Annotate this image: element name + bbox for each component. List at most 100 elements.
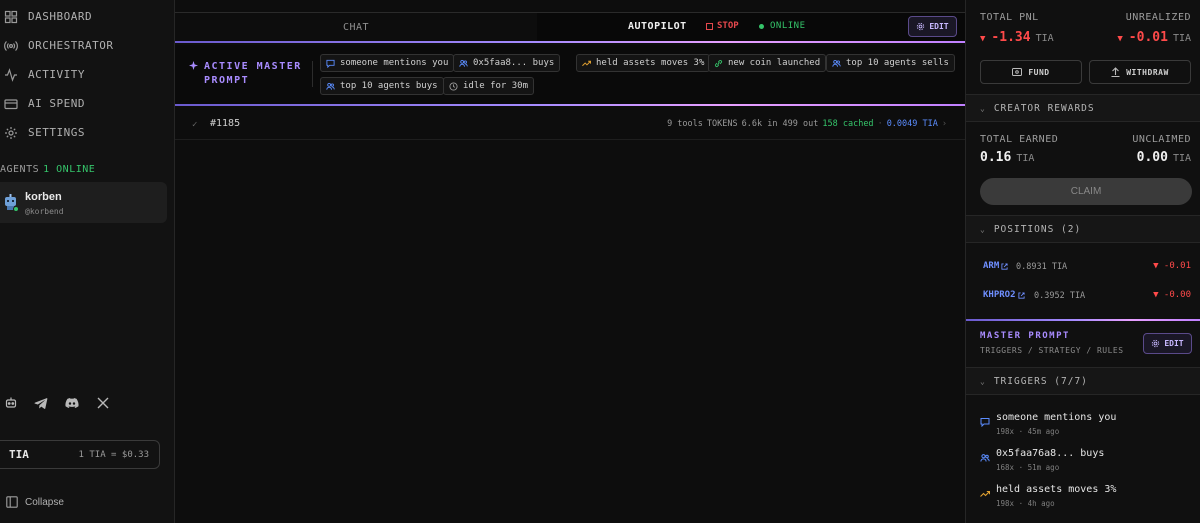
run-stats: 9 tools TOKENS 6.6k in 499 out 158 cache…: [667, 119, 947, 129]
master-prompt-title: MASTER PROMPT: [980, 331, 1070, 341]
broadcast-icon: [4, 39, 18, 53]
active-prompt-line2: PROMPT: [204, 75, 250, 86]
chat-icon: [326, 59, 335, 68]
telegram-icon[interactable]: [34, 396, 48, 410]
total-earned-label: TOTAL EARNED: [980, 134, 1059, 145]
robot-icon[interactable]: [4, 396, 18, 410]
trigger-chip[interactable]: 0x5faa8... buys: [453, 54, 561, 72]
agents-online-count: 1 ONLINE: [43, 164, 96, 175]
sidebar: DASHBOARD ORCHESTRATOR ACTIVITY AI SPEND…: [0, 0, 175, 523]
external-link-icon: [1001, 262, 1008, 270]
online-dot: [759, 23, 764, 29]
accent-gradient-line: [175, 41, 965, 43]
triggers-header[interactable]: ⌄ TRIGGERS (7/7): [966, 367, 1200, 395]
trigger-chip[interactable]: top 10 agents sells: [826, 54, 955, 72]
nav-activity[interactable]: ACTIVITY: [0, 60, 175, 89]
nav-label: SETTINGS: [28, 126, 85, 139]
sparkle-icon: [189, 61, 198, 88]
run-tokens-label: TOKENS: [706, 119, 738, 129]
trigger-chip[interactable]: top 10 agents buys: [320, 77, 444, 95]
trigger-item[interactable]: held assets moves 3% 198x · 4h ago: [966, 484, 1200, 514]
withdraw-label: WITHDRAW: [1126, 67, 1169, 77]
chevron-down-icon: ⌄: [980, 224, 986, 234]
agent-name: korben: [25, 191, 62, 203]
position-row[interactable]: ARM 0.8931 TIA ▼ -0.01: [966, 258, 1200, 278]
total-earned-number: 0.16: [980, 150, 1012, 165]
token-symbol: TIA: [9, 448, 29, 461]
trend-icon: [582, 60, 591, 66]
active-prompt-line1: ACTIVE MASTER: [204, 61, 302, 72]
users-icon: [459, 59, 468, 67]
gear-icon: [4, 126, 18, 140]
unclaimed-number: 0.00: [1136, 150, 1168, 165]
edit-prompt-button[interactable]: EDIT: [908, 16, 957, 37]
chevron-down-icon: ⌄: [980, 103, 986, 113]
nav-label: ACTIVITY: [28, 68, 85, 81]
stop-icon: [706, 22, 713, 30]
claim-label: CLAIM: [1070, 186, 1102, 197]
nav-label: AI SPEND: [28, 97, 85, 110]
trigger-chip-label: idle for 30m: [463, 81, 529, 91]
trigger-item[interactable]: 0x5faa76a8... buys 168x · 51m ago: [966, 448, 1200, 478]
unit-label: TIA: [1035, 33, 1054, 44]
check-icon: ✓: [192, 120, 198, 130]
unclaimed-label: UNCLAIMED: [1132, 134, 1191, 145]
main-panel: CHAT AUTOPILOT STOP ONLINE EDIT ACTIVE M…: [175, 0, 965, 523]
nav-settings[interactable]: SETTINGS: [0, 118, 175, 147]
activity-icon: [4, 67, 18, 82]
trigger-meta: 198x · 45m ago: [996, 427, 1060, 436]
accent-gradient-line: [966, 319, 1200, 321]
trend-icon: [980, 490, 990, 497]
position-pnl: ▼ -0.00: [1153, 290, 1191, 300]
trigger-name: 0x5faa76a8... buys: [996, 448, 1105, 459]
trigger-chip[interactable]: idle for 30m: [443, 77, 535, 95]
unrealized-label: UNREALIZED: [1125, 12, 1191, 23]
trigger-chip-label: top 10 agents sells: [846, 58, 949, 68]
nav-dashboard[interactable]: DASHBOARD: [0, 2, 175, 31]
tab-chat[interactable]: CHAT: [175, 13, 537, 42]
x-icon[interactable]: [96, 396, 110, 410]
accent-gradient-line: [175, 104, 965, 106]
run-row[interactable]: ✓ #1185 9 tools TOKENS 6.6k in 499 out 1…: [175, 108, 965, 140]
edit-master-prompt-button[interactable]: EDIT: [1143, 333, 1192, 354]
trigger-chip[interactable]: someone mentions you: [320, 54, 455, 72]
unclaimed-value: 0.00 TIA: [1137, 150, 1191, 165]
users-icon: [980, 454, 990, 462]
position-pnl-number: -0.00: [1163, 290, 1191, 300]
trigger-meta: 168x · 51m ago: [996, 463, 1060, 472]
position-ticker-link[interactable]: ARM: [983, 261, 1008, 271]
chevron-right-icon: ›: [941, 119, 947, 129]
fund-button[interactable]: FUND: [980, 60, 1082, 84]
tab-bar: CHAT AUTOPILOT STOP ONLINE EDIT: [175, 12, 965, 43]
agents-header: AGENTS 1 ONLINE: [0, 164, 95, 175]
active-master-prompt-title: ACTIVE MASTER PROMPT: [189, 60, 302, 88]
tab-chat-label: CHAT: [342, 22, 370, 33]
tab-autopilot[interactable]: AUTOPILOT STOP ONLINE EDIT: [537, 13, 965, 42]
right-panel: TOTAL PNL UNREALIZED ▼ -1.34 TIA ▼ -0.01 TIA…: [965, 0, 1200, 523]
position-amount: 0.8931 TIA: [1016, 262, 1068, 272]
gear-icon: [1152, 339, 1160, 348]
unit-label: TIA: [1172, 153, 1191, 164]
stop-button[interactable]: STOP: [706, 21, 739, 31]
discord-icon[interactable]: [65, 396, 79, 410]
grid-icon: [4, 10, 18, 24]
total-pnl-label: TOTAL PNL: [980, 12, 1039, 23]
claim-button[interactable]: CLAIM: [980, 178, 1192, 205]
collapse-label: Collapse: [25, 496, 64, 508]
nav-ai-spend[interactable]: AI SPEND: [0, 89, 175, 118]
token-price-box[interactable]: TIA 1 TIA = $0.33: [0, 440, 160, 469]
trigger-chip[interactable]: held assets moves 3%: [576, 54, 711, 72]
withdraw-button[interactable]: WITHDRAW: [1089, 60, 1191, 84]
collapse-button[interactable]: Collapse: [6, 496, 64, 508]
agent-card-korben[interactable]: korben @korbend: [0, 182, 167, 223]
run-id: #1185: [210, 118, 241, 129]
online-label: ONLINE: [770, 21, 806, 31]
nav-orchestrator[interactable]: ORCHESTRATOR: [0, 31, 175, 60]
positions-header[interactable]: ⌄ POSITIONS (2): [966, 215, 1200, 243]
position-ticker-link[interactable]: KHPRO2: [983, 290, 1025, 300]
trigger-chip[interactable]: new coin launched: [708, 54, 827, 72]
creator-rewards-label: CREATOR REWARDS: [993, 102, 1095, 114]
trigger-item[interactable]: someone mentions you 198x · 45m ago: [966, 412, 1200, 442]
creator-rewards-header[interactable]: ⌄ CREATOR REWARDS: [966, 94, 1200, 122]
position-row[interactable]: KHPRO2 0.3952 TIA ▼ -0.00: [966, 287, 1200, 307]
